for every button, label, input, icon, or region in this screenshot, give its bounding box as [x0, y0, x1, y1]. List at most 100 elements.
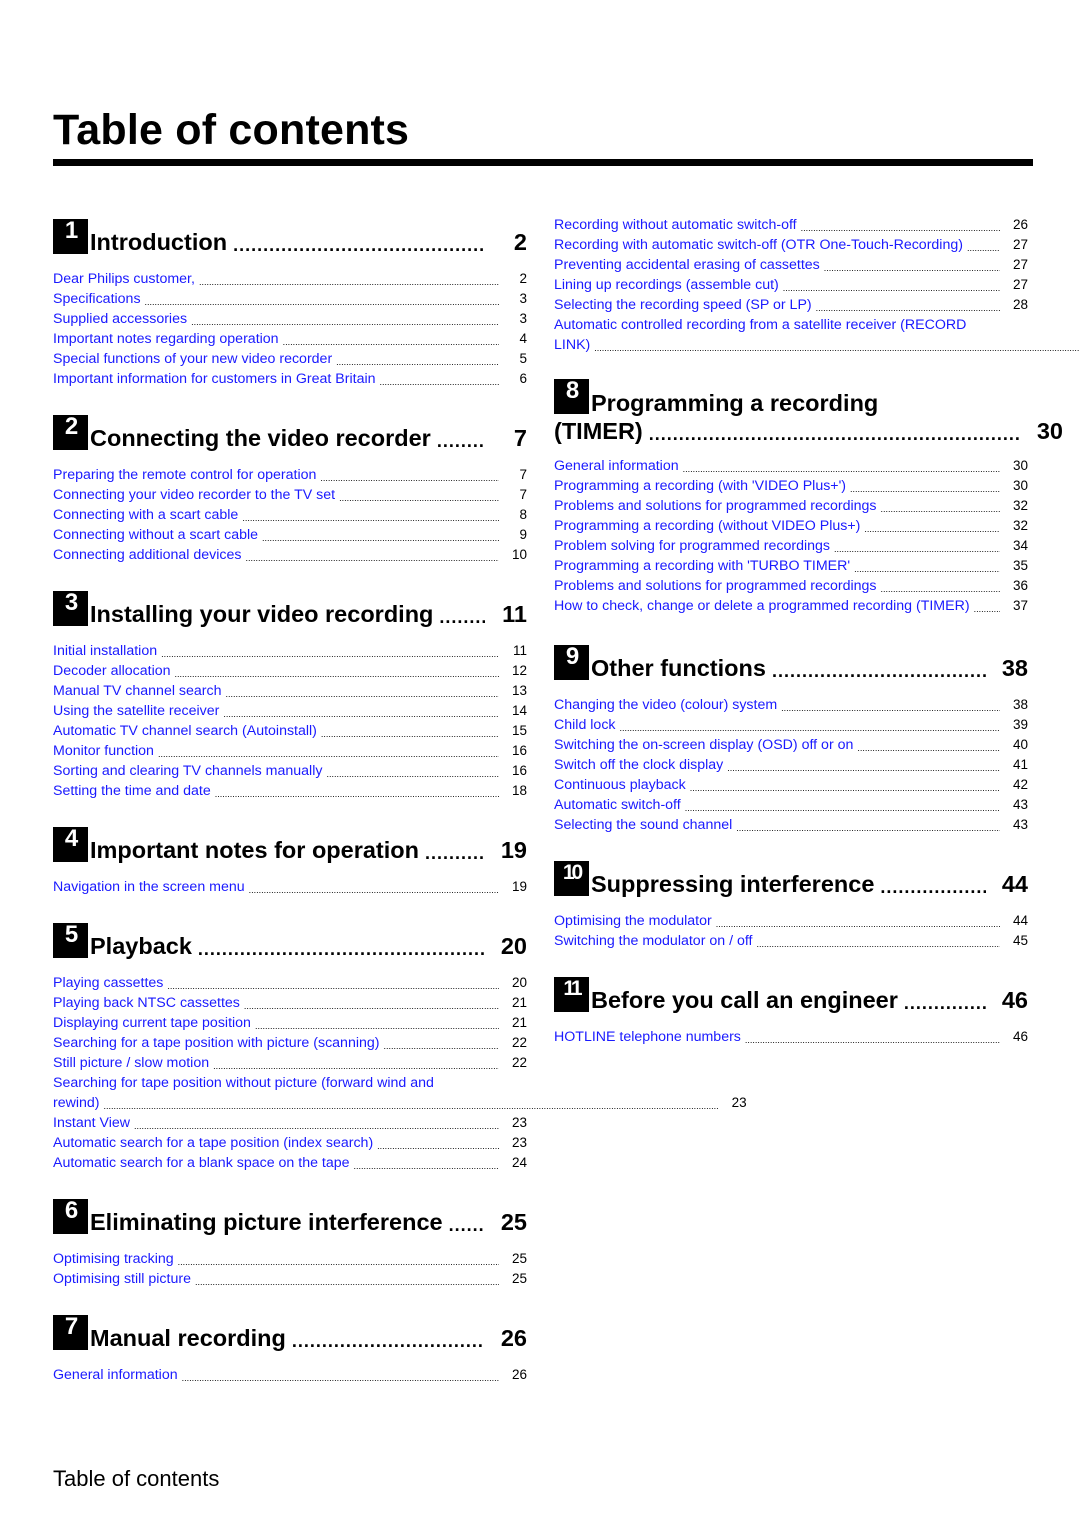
- toc-link-continued[interactable]: LINK): [554, 335, 590, 355]
- toc-link[interactable]: Manual TV channel search: [53, 681, 222, 701]
- toc-link[interactable]: Specifications: [53, 289, 141, 309]
- toc-link[interactable]: Important notes regarding operation: [53, 329, 279, 349]
- page-number: 45: [1012, 933, 1028, 948]
- toc-link[interactable]: Initial installation: [53, 641, 157, 661]
- page-number: 24: [511, 1155, 527, 1170]
- section-heading[interactable]: 4 Important notes for operation 19: [53, 826, 527, 863]
- toc-link[interactable]: Connecting without a scart cable: [53, 525, 258, 545]
- page-number: 40: [1012, 737, 1028, 752]
- toc-link[interactable]: Recording without automatic switch-off: [554, 215, 797, 235]
- toc-link[interactable]: Switching the modulator on / off: [554, 931, 752, 951]
- toc-link[interactable]: Child lock: [554, 715, 616, 735]
- section-title-line2: (TIMER): [554, 418, 643, 444]
- section-heading[interactable]: 2 Connecting the video recorder 7: [53, 414, 527, 451]
- toc-link[interactable]: Continuous playback: [554, 775, 686, 795]
- toc-link[interactable]: Automatic search for a blank space on th…: [53, 1153, 350, 1173]
- toc-link[interactable]: Playing cassettes: [53, 973, 163, 993]
- toc-link[interactable]: Automatic search for a tape position (in…: [53, 1133, 373, 1153]
- toc-link[interactable]: Automatic TV channel search (Autoinstall…: [53, 721, 317, 741]
- toc-link[interactable]: Switch off the clock display: [554, 755, 723, 775]
- toc-link[interactable]: Problem solving for programmed recording…: [554, 536, 830, 556]
- section-page-number: 7: [513, 425, 527, 451]
- dot-leader: [195, 1275, 499, 1289]
- page-number: 5: [519, 351, 527, 366]
- toc-link[interactable]: Using the satellite receiver: [53, 701, 219, 721]
- toc-entry: Playing back NTSC cassettes 21: [53, 993, 527, 1013]
- section-page-number: 2: [513, 229, 527, 255]
- toc-link[interactable]: Searching for a tape position with pictu…: [53, 1033, 380, 1053]
- toc-entry: Optimising tracking 25: [53, 1249, 527, 1269]
- toc-link[interactable]: Preparing the remote control for operati…: [53, 465, 316, 485]
- toc-link[interactable]: Programming a recording (without VIDEO P…: [554, 516, 860, 536]
- toc-link[interactable]: Searching for tape position without pict…: [53, 1073, 747, 1093]
- toc-link[interactable]: Still picture / slow motion: [53, 1053, 209, 1073]
- toc-link[interactable]: Navigation in the screen menu: [53, 877, 245, 897]
- toc-link[interactable]: Monitor function: [53, 741, 154, 761]
- toc-link[interactable]: Automatic switch-off: [554, 795, 681, 815]
- toc-link[interactable]: Optimising tracking: [53, 1249, 174, 1269]
- page-number: 43: [1012, 817, 1028, 832]
- toc-section-suppressing-interference: 10 Suppressing interference 44 Optimisin…: [554, 860, 1028, 976]
- toc-link[interactable]: Optimising the modulator: [554, 911, 712, 931]
- section-title: Playback: [90, 933, 192, 959]
- toc-link[interactable]: Supplied accessories: [53, 309, 187, 329]
- toc-link-continued[interactable]: rewind): [53, 1093, 100, 1113]
- toc-link[interactable]: General information: [554, 456, 679, 476]
- toc-link[interactable]: Connecting with a scart cable: [53, 505, 238, 525]
- page-number: 7: [519, 487, 527, 502]
- toc-link[interactable]: Lining up recordings (assemble cut): [554, 275, 779, 295]
- section-heading[interactable]: 9 Other functions 38: [554, 644, 1028, 681]
- toc-link[interactable]: Dear Philips customer,: [53, 269, 195, 289]
- page-number: 23: [511, 1115, 527, 1130]
- toc-link[interactable]: Optimising still picture: [53, 1269, 191, 1289]
- toc-link[interactable]: HOTLINE telephone numbers: [554, 1027, 741, 1047]
- toc-link[interactable]: Displaying current tape position: [53, 1013, 251, 1033]
- dot-leader: [158, 747, 499, 761]
- toc-link[interactable]: Instant View: [53, 1113, 130, 1133]
- dot-leader: [213, 1059, 499, 1073]
- chapter-number-badge: 2: [53, 415, 88, 450]
- toc-link[interactable]: Selecting the recording speed (SP or LP): [554, 295, 812, 315]
- page-number: 13: [511, 683, 527, 698]
- section-heading[interactable]: 1 Introduction 2: [53, 218, 527, 255]
- section-heading[interactable]: 10 Suppressing interference 44: [554, 860, 1028, 897]
- toc-link[interactable]: Playing back NTSC cassettes: [53, 993, 240, 1013]
- dot-leader: [756, 937, 1000, 951]
- toc-link[interactable]: General information: [53, 1365, 178, 1385]
- section-heading[interactable]: 6 Eliminating picture interference 25: [53, 1198, 527, 1235]
- page-number: 23: [511, 1135, 527, 1150]
- section-heading[interactable]: 8 Programming a recording (TIMER) 30: [554, 378, 1063, 444]
- toc-link[interactable]: Recording with automatic switch-off (OTR…: [554, 235, 963, 255]
- entry-list: Optimising tracking 25 Optimising still p…: [53, 1249, 527, 1289]
- toc-section-installing: 3 Installing your video recording 11 Ini…: [53, 590, 527, 826]
- toc-entry: Sorting and clearing TV channels manuall…: [53, 761, 527, 781]
- toc-column-left: 1 Introduction 2 Dear Philips customer, 2…: [53, 218, 747, 1385]
- section-heading[interactable]: 11 Before you call an engineer 46: [554, 976, 1028, 1013]
- toc-link[interactable]: Problems and solutions for programmed re…: [554, 496, 877, 516]
- section-heading[interactable]: 5 Playback 20: [53, 922, 527, 959]
- toc-link[interactable]: Programming a recording with 'TURBO TIME…: [554, 556, 850, 576]
- toc-link[interactable]: Switching the on-screen display (OSD) of…: [554, 735, 853, 755]
- toc-link[interactable]: Special functions of your new video reco…: [53, 349, 332, 369]
- toc-entry: Monitor function 16: [53, 741, 527, 761]
- toc-link[interactable]: Changing the video (colour) system: [554, 695, 777, 715]
- section-heading[interactable]: 7 Manual recording 26: [53, 1314, 527, 1351]
- toc-link[interactable]: Decoder allocation: [53, 661, 171, 681]
- page-number: 21: [511, 995, 527, 1010]
- page-number: 19: [511, 879, 527, 894]
- dot-leader: [380, 375, 500, 389]
- toc-link[interactable]: Sorting and clearing TV channels manuall…: [53, 761, 322, 781]
- toc-link[interactable]: Selecting the sound channel: [554, 815, 732, 835]
- toc-link[interactable]: Setting the time and date: [53, 781, 211, 801]
- section-heading[interactable]: 3 Installing your video recording 11: [53, 590, 527, 627]
- toc-link[interactable]: Preventing accidental erasing of cassett…: [554, 255, 820, 275]
- toc-link[interactable]: Problems and solutions for programmed re…: [554, 576, 877, 596]
- page-number: 7: [519, 467, 527, 482]
- toc-link[interactable]: Connecting additional devices: [53, 545, 242, 565]
- toc-link[interactable]: How to check, change or delete a program…: [554, 596, 970, 616]
- toc-link[interactable]: Automatic controlled recording from a sa…: [554, 315, 1080, 335]
- toc-link[interactable]: Important information for customers in G…: [53, 369, 376, 389]
- toc-entry: Navigation in the screen menu 19: [53, 877, 527, 897]
- toc-link[interactable]: Connecting your video recorder to the TV…: [53, 485, 335, 505]
- toc-link[interactable]: Programming a recording (with 'VIDEO Plu…: [554, 476, 846, 496]
